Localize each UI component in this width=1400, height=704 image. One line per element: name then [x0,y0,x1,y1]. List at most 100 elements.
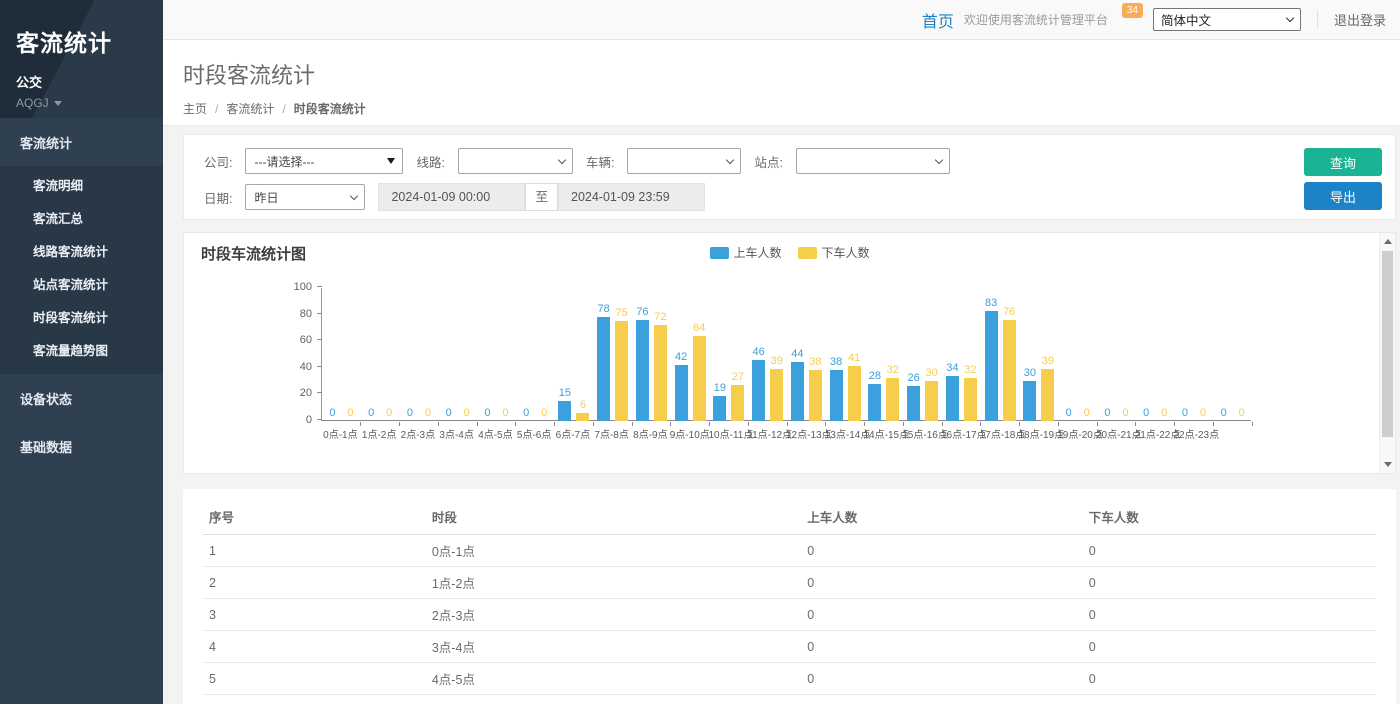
scrollbar-thumb[interactable] [1382,251,1393,437]
bar [886,378,899,421]
bar-group: 00 [438,288,477,421]
sidebar-item-passenger-flow[interactable]: 客流统计 [0,118,163,166]
bar-wrap: 0 [1178,288,1191,421]
sidebar: 客流统计 公交 AQGJ 客流统计 客流明细客流汇总线路客流统计站点客流统计时段… [0,0,163,704]
bar-value-label: 0 [502,407,508,419]
scrollbar-up-button[interactable] [1380,234,1395,249]
bar-wrap: 72 [654,288,667,421]
query-button[interactable]: 查询 [1304,148,1382,176]
bar-wrap: 0 [383,288,396,421]
sidebar-subitem-3[interactable]: 站点客流统计 [0,267,163,300]
arrow-down-icon [1384,462,1392,467]
logout-link[interactable]: 退出登录 [1317,10,1386,29]
home-link[interactable]: 首页 [922,8,954,32]
date-preset-select[interactable]: 昨日 [245,184,365,210]
x-axis-tick-label: 14点-15点 [864,426,903,441]
chart-bars: 0000000000001567875767242641927463944383… [322,288,1251,421]
x-axis-tick-label: 16点-17点 [941,426,980,441]
filter-row-2: 日期: 昨日 2024-01-09 00:00 至 2024-01-09 23:… [204,183,1255,211]
chevron-down-icon [350,191,358,199]
sidebar-subitem-1[interactable]: 客流汇总 [0,201,163,234]
date-to-input[interactable]: 2024-01-09 23:59 [558,183,705,211]
bar [946,376,959,421]
breadcrumb-home[interactable]: 主页 [183,100,207,117]
bar-wrap: 38 [830,288,843,421]
breadcrumb-section[interactable]: 客流统计 [226,100,274,117]
bar-value-label: 42 [675,351,687,363]
x-axis-tick-label: 11点-12点 [747,426,786,441]
bar-value-label: 30 [926,367,938,379]
sidebar-item-base-data[interactable]: 基础数据 [0,422,163,470]
language-select-value: 简体中文 [1161,10,1211,29]
bar [693,336,706,421]
bar-wrap: 0 [442,288,455,421]
legend-item[interactable]: 下车人数 [798,244,870,261]
table-cell: 1点-2点 [426,567,801,599]
bar [809,370,822,421]
table-row: 43点-4点00 [203,631,1376,663]
bar-group: 4264 [671,288,710,421]
bar-value-label: 78 [598,303,610,315]
x-axis-tick-label: 8点-9点 [631,426,670,441]
bar-value-label: 0 [329,407,335,419]
filter-row-1: 公司: ---请选择--- 线路: 车辆: 站点: [204,148,1255,174]
x-axis-tick-label: 6点-7点 [554,426,593,441]
bar [868,384,881,421]
company-select[interactable]: ---请选择--- [245,148,403,174]
bar-value-label: 39 [771,355,783,367]
bar-wrap: 0 [421,288,434,421]
bar-wrap: 32 [964,288,977,421]
bar-value-label: 26 [908,372,920,384]
table-cell: 6 [203,695,426,704]
bar-group: 00 [1058,288,1097,421]
chart-scrollbar[interactable] [1379,233,1395,473]
bar-group: 26 30 [903,288,942,421]
bar-wrap: 75 [615,288,628,421]
bar-value-label: 0 [407,407,413,419]
bar-value-label: 75 [616,307,628,319]
bar-group: 78 75 [593,288,632,421]
bar-wrap: 19 [713,288,726,421]
x-axis-tick-label: 19点-20点 [1057,426,1096,441]
bar-wrap: 0 [1062,288,1075,421]
table-cell: 1 [203,535,426,567]
vehicle-select[interactable] [627,148,741,174]
sidebar-subitem-2[interactable]: 线路客流统计 [0,234,163,267]
table-row: 32点-3点00 [203,599,1376,631]
y-axis-tick-label: 60 [282,334,312,346]
bar-wrap: 0 [1080,288,1093,421]
table-header-boarding: 上车人数 [801,499,1083,535]
bar-value-label: 0 [541,407,547,419]
bar-wrap: 39 [770,288,783,421]
sidebar-subitem-5[interactable]: 客流量趋势图 [0,333,163,366]
table-cell: 3点-4点 [426,631,801,663]
bar-group: 00 [516,288,555,421]
bar [731,385,744,421]
bar [576,413,589,421]
language-select[interactable]: 简体中文 [1153,8,1301,31]
line-select[interactable] [458,148,573,174]
org-code-dropdown[interactable]: AQGJ [16,96,147,110]
x-axis-tick-label: 5点-6点 [515,426,554,441]
scrollbar-down-button[interactable] [1380,457,1395,472]
sidebar-subitem-0[interactable]: 客流明细 [0,168,163,201]
legend-item[interactable]: 上车人数 [709,244,781,261]
brand-block: 客流统计 公交 AQGJ [0,0,163,118]
sidebar-subitem-4-active[interactable]: 时段客流统计 [0,300,163,333]
bar-group: 4438 [787,288,826,421]
sidebar-item-device-status[interactable]: 设备状态 [0,374,163,422]
table-row: 65点-6点00 [203,695,1376,704]
bar [654,325,667,421]
data-table: 序号 时段 上车人数 下车人数 10点-1点0021点-2点0032点-3点00… [203,499,1376,704]
bar-group: 8376 [981,288,1020,421]
bar-wrap: 76 [1003,288,1016,421]
bar-value-label: 39 [1042,355,1054,367]
date-from-input[interactable]: 2024-01-09 00:00 [378,183,525,211]
bar [848,366,861,421]
org-code-label: AQGJ [16,96,49,110]
station-select[interactable] [796,148,950,174]
export-button[interactable]: 导出 [1304,182,1382,210]
bar-value-label: 0 [1084,407,1090,419]
table-cell: 3 [203,599,426,631]
table-cell: 0 [801,535,1083,567]
